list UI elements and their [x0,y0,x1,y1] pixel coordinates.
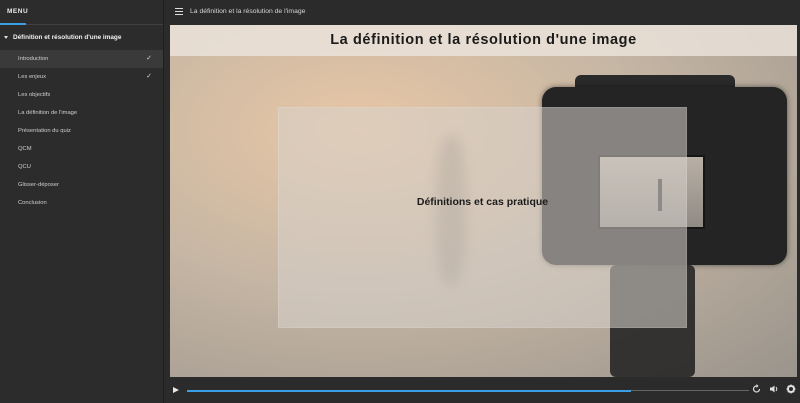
sidebar-item-label: Les objectifs [18,92,51,98]
hamburger-menu-icon[interactable] [175,8,183,15]
sidebar-item-label: La définition de l'image [18,110,78,116]
slide-title: La définition et la résolution d'une ima… [330,32,637,48]
sidebar-item-label: Glisser-déposer [18,182,59,188]
menu-title-underline [0,23,26,25]
volume-icon[interactable] [769,384,779,398]
section-title: Définition et résolution d'une image [13,34,122,41]
sidebar-item[interactable]: Introduction ✓ [0,50,163,68]
sidebar-item[interactable]: Les enjeux ✓ [0,68,163,86]
course-title: La définition et la résolution de l'imag… [190,8,306,15]
slide-header: La définition et la résolution d'une ima… [170,25,797,56]
sidebar-item[interactable]: Glisser-déposer [0,176,163,194]
replay-icon[interactable] [752,384,761,398]
sidebar-item[interactable]: Conclusion [0,194,163,212]
progress-fill [187,389,631,392]
sidebar-item-label: Conclusion [18,200,47,206]
checkmark-icon: ✓ [146,55,152,62]
menu-title: MENU [7,8,29,15]
play-icon[interactable] [173,387,179,393]
sidebar-item-label: Présentation du quiz [18,128,71,134]
slide-overlay-text: Définitions et cas pratique [416,196,549,208]
sidebar: MENU Définition et résolution d'une imag… [0,0,164,403]
sidebar-item[interactable]: Présentation du quiz [0,122,163,140]
sidebar-item-label: Les enjeux [18,74,47,80]
section-toggle[interactable]: Définition et résolution d'une image [0,25,163,50]
slide-overlay-box: Définitions et cas pratique [278,107,687,328]
top-bar: La définition et la résolution de l'imag… [165,0,800,24]
progress-bar[interactable] [187,389,749,392]
player-controls [165,378,800,403]
lesson-list: Introduction ✓ Les enjeux ✓ Les objectifs La … [0,50,163,212]
sidebar-item-label: QCM [18,146,32,152]
gear-icon[interactable] [786,384,796,398]
sidebar-item[interactable]: Les objectifs [0,86,163,104]
sidebar-item[interactable]: La définition de l'image [0,104,163,122]
slide-stage: La définition et la résolution d'une ima… [170,25,797,377]
sidebar-item-label: QCU [18,164,31,170]
sidebar-item-label: Introduction [18,56,49,62]
checkmark-icon: ✓ [146,73,152,80]
caret-down-icon [4,35,8,39]
sidebar-item[interactable]: QCM [0,140,163,158]
sidebar-item[interactable]: QCU [0,158,163,176]
